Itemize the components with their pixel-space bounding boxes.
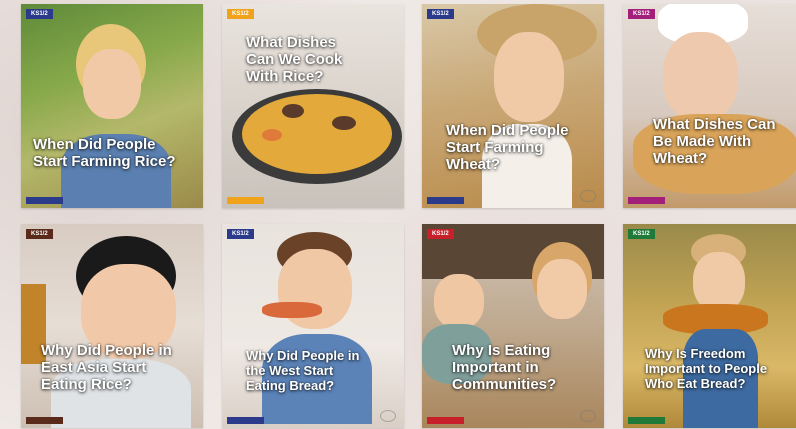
key-stage-badge: KS1/2 <box>227 229 254 239</box>
resource-card-east-asia-rice[interactable]: KS1/2 Why Did People in East Asia Start … <box>21 224 203 428</box>
card-image <box>21 224 203 428</box>
resource-card-eating-communities[interactable]: KS1/2 Why Is Eating Important in Communi… <box>422 224 604 428</box>
resource-card-grid: KS1/2 When Did People Start Farming Rice… <box>0 0 796 429</box>
key-stage-badge: KS1/2 <box>628 9 655 19</box>
card-title: What Dishes Can Be Made With Wheat? <box>653 116 776 167</box>
publisher-logo <box>580 190 596 202</box>
card-image <box>623 224 796 428</box>
resource-card-freedom-bread[interactable]: KS1/2 Why Is Freedom Important to People… <box>623 224 796 428</box>
card-tag <box>628 197 665 204</box>
card-image <box>623 4 796 208</box>
card-tag <box>26 197 63 204</box>
card-title: Why Is Eating Important in Communities? <box>452 342 557 393</box>
card-image <box>222 224 404 428</box>
card-tag <box>26 417 63 424</box>
key-stage-badge: KS1/2 <box>227 9 254 19</box>
card-image <box>21 4 203 208</box>
key-stage-badge: KS1/2 <box>26 9 53 19</box>
card-title: Why Did People in the West Start Eating … <box>246 348 360 393</box>
card-tag <box>427 197 464 204</box>
card-title: What Dishes Can We Cook With Rice? <box>246 34 343 85</box>
resource-card-wheat-dishes[interactable]: KS1/2 What Dishes Can Be Made With Wheat… <box>623 4 796 208</box>
card-tag <box>227 197 264 204</box>
card-tag <box>628 417 665 424</box>
card-title: When Did People Start Farming Rice? <box>33 136 176 170</box>
card-image <box>422 224 604 428</box>
card-title: Why Is Freedom Important to People Who E… <box>645 346 768 391</box>
resource-card-west-bread[interactable]: KS1/2 Why Did People in the West Start E… <box>222 224 404 428</box>
key-stage-badge: KS1/2 <box>427 229 454 239</box>
card-tag <box>227 417 264 424</box>
card-image <box>422 4 604 208</box>
publisher-logo <box>580 410 596 422</box>
card-title: When Did People Start Farming Wheat? <box>446 122 569 173</box>
publisher-logo <box>380 410 396 422</box>
resource-card-rice-dishes[interactable]: KS1/2 What Dishes Can We Cook With Rice? <box>222 4 404 208</box>
card-title: Why Did People in East Asia Start Eating… <box>41 342 172 393</box>
key-stage-badge: KS1/2 <box>26 229 53 239</box>
key-stage-badge: KS1/2 <box>427 9 454 19</box>
card-tag <box>427 417 464 424</box>
key-stage-badge: KS1/2 <box>628 229 655 239</box>
resource-card-rice-farming[interactable]: KS1/2 When Did People Start Farming Rice… <box>21 4 203 208</box>
resource-card-wheat-farming[interactable]: KS1/2 When Did People Start Farming Whea… <box>422 4 604 208</box>
